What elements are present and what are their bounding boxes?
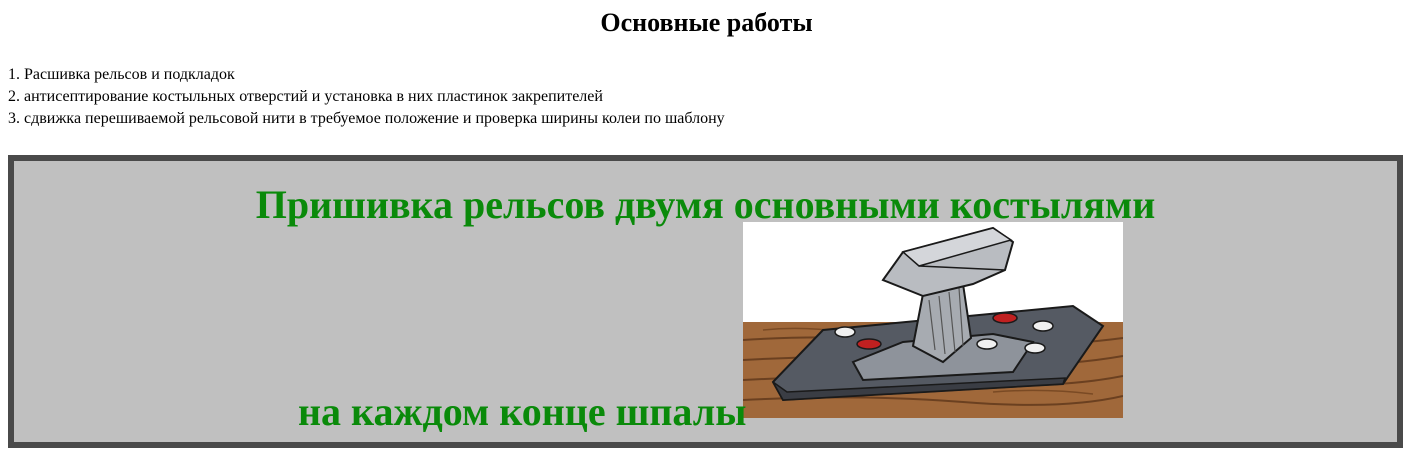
rail-spike-illustration bbox=[742, 222, 1124, 418]
work-list: 1. Расшивка рельсов и подкладок 2. антис… bbox=[8, 64, 725, 130]
page-title: Основные работы bbox=[600, 8, 813, 37]
panel-caption: на каждом конце шпалы bbox=[298, 389, 747, 434]
list-item: 2. антисептирование костыльных отверстий… bbox=[8, 88, 603, 105]
panel-heading: Пришивка рельсов двумя основными костыля… bbox=[255, 182, 1156, 227]
list-item: 1. Расшивка рельсов и подкладок bbox=[8, 66, 235, 83]
list-item: 3. сдвижка перешиваемой рельсовой нити в… bbox=[8, 110, 725, 127]
illustration-panel: Пришивка рельсов двумя основными костыля… bbox=[8, 155, 1403, 448]
